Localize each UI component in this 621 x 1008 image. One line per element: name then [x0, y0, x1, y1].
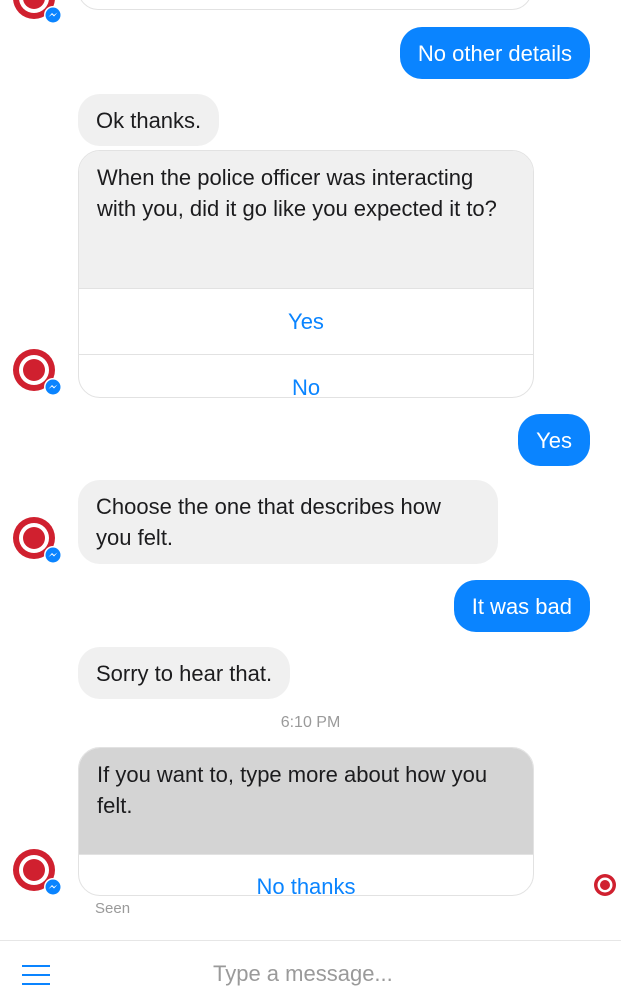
option-no-thanks-button[interactable]: No thanks [79, 854, 533, 895]
incoming-message: Sorry to hear that. [78, 647, 291, 699]
card-prompt-text: If you want to, type more about how you … [79, 748, 533, 854]
option-yes-button[interactable]: Yes [79, 288, 533, 354]
bot-avatar-icon [13, 849, 62, 896]
hamburger-menu-icon[interactable] [22, 964, 50, 986]
incoming-message: Ok thanks. [78, 94, 220, 146]
outgoing-message: Yes [518, 414, 590, 466]
message-input[interactable]: Type a message... [213, 961, 393, 987]
incoming-message: Choose the one that describes how you fe… [78, 480, 498, 564]
bot-avatar-icon [13, 517, 62, 564]
message-composer: Type a message... [0, 940, 621, 1008]
previous-card-edge [78, 0, 532, 10]
message-timestamp: 6:10 PM [280, 714, 341, 731]
quick-reply-card: If you want to, type more about how you … [78, 747, 534, 896]
bot-avatar-icon [13, 0, 62, 24]
outgoing-message: No other details [399, 27, 590, 79]
option-no-button[interactable]: No [79, 354, 533, 397]
outgoing-message: It was bad [453, 580, 590, 632]
seen-status: Seen [95, 900, 131, 917]
card-question-text: When the police officer was interacting … [79, 151, 533, 288]
quick-reply-card: When the police officer was interacting … [78, 150, 534, 398]
bot-avatar-icon [13, 349, 62, 396]
read-receipt-icon [594, 874, 616, 896]
